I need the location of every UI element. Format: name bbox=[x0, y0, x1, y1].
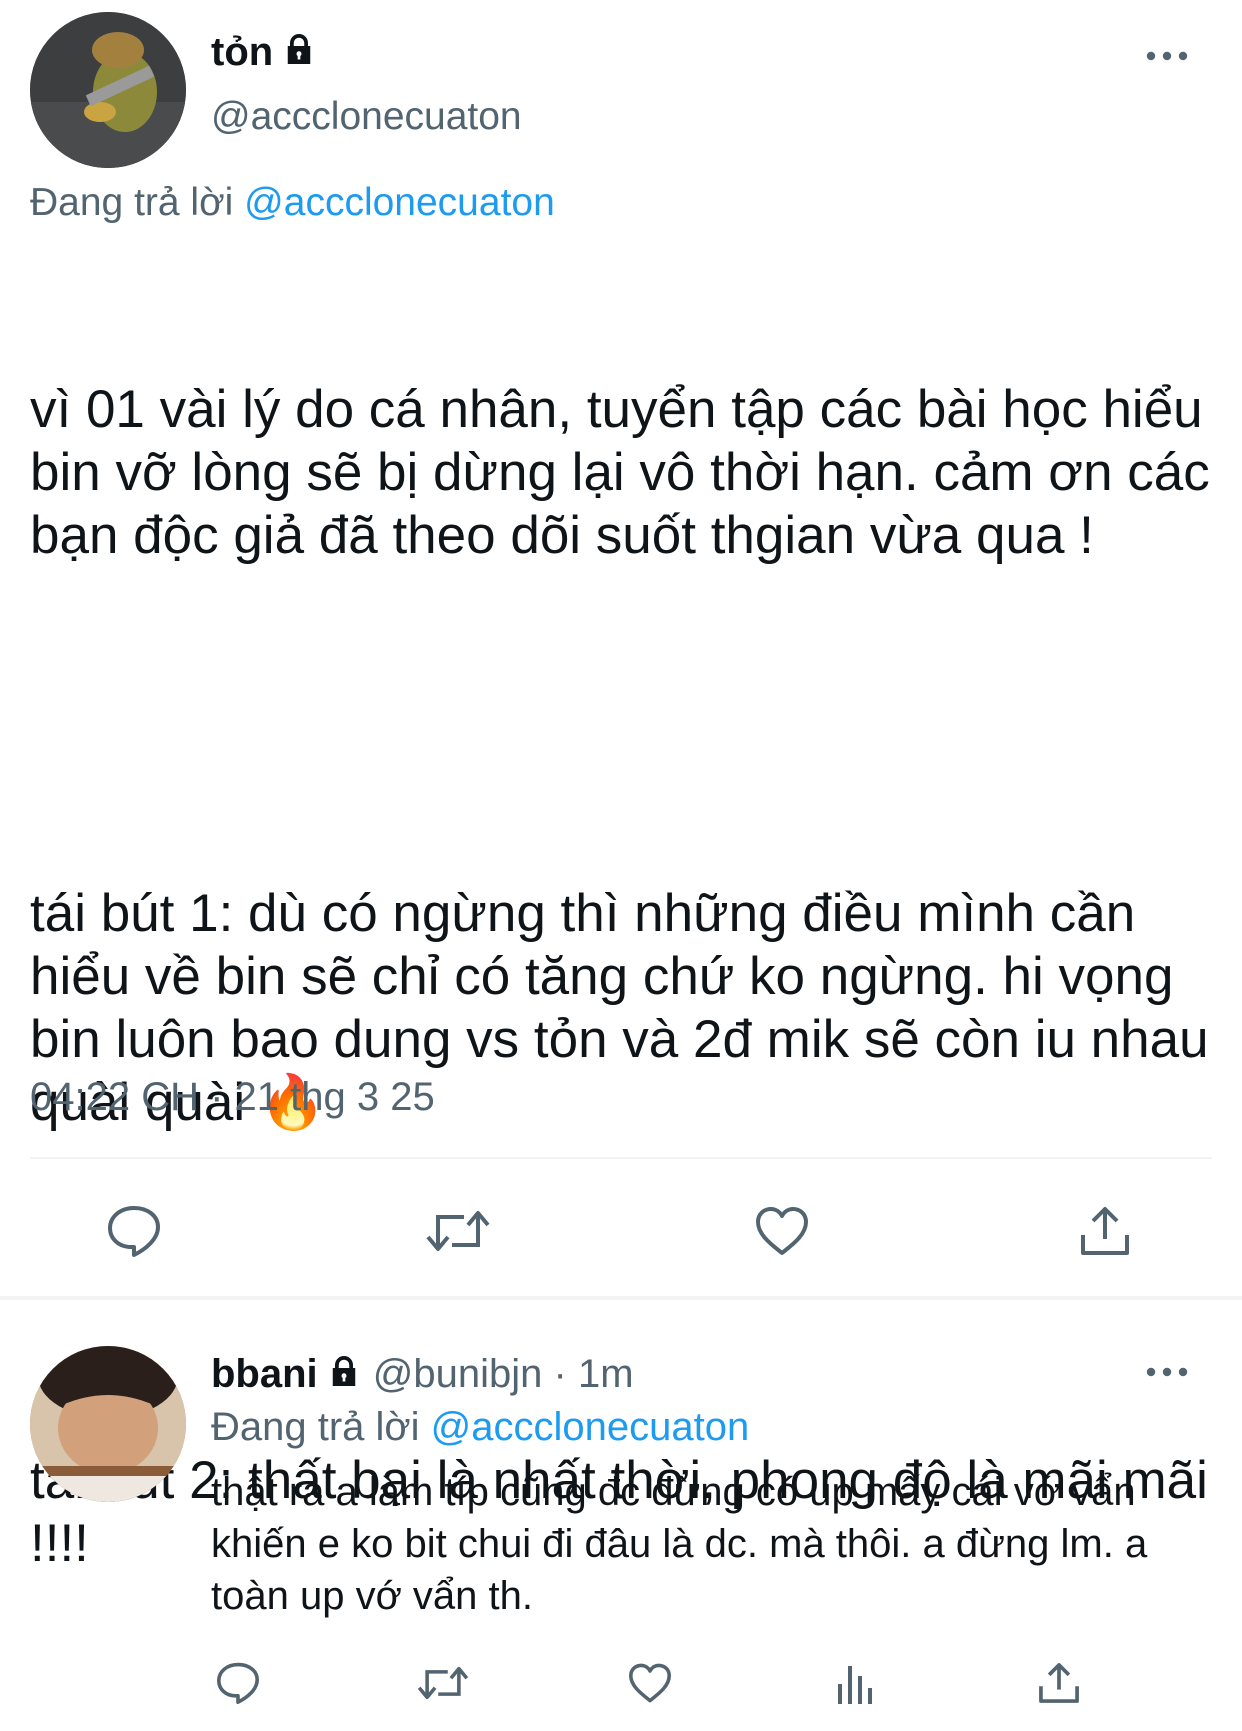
avatar-image bbox=[30, 1346, 186, 1502]
handle[interactable]: @bunibjn bbox=[373, 1352, 543, 1396]
share-icon[interactable] bbox=[1077, 1203, 1133, 1259]
like-icon[interactable] bbox=[752, 1203, 812, 1259]
display-name[interactable]: bbani bbox=[211, 1352, 318, 1396]
replying-prefix: Đang trả lời bbox=[30, 181, 234, 224]
more-icon[interactable] bbox=[1145, 46, 1189, 71]
section-separator bbox=[0, 1296, 1242, 1300]
replying-mention-link[interactable]: @accclonecuaton bbox=[244, 181, 555, 224]
reply-text: thật ra a làm típ cũng đc đừng có up mấy… bbox=[211, 1470, 1148, 1618]
replying-to: Đang trả lời @accclonecuaton bbox=[211, 1402, 749, 1452]
reply-header: bbani @bunibjn · 1m bbox=[211, 1348, 634, 1402]
retweet-icon[interactable] bbox=[416, 1660, 470, 1706]
reply-time[interactable]: · 1m bbox=[554, 1352, 634, 1396]
retweet-icon[interactable] bbox=[424, 1203, 492, 1259]
share-icon[interactable] bbox=[1036, 1660, 1082, 1706]
divider bbox=[30, 1157, 1212, 1159]
handle[interactable]: @accclonecuaton bbox=[211, 92, 522, 142]
replying-to: Đang trả lời @accclonecuaton bbox=[30, 178, 555, 228]
avatar[interactable] bbox=[30, 1346, 186, 1502]
tweet-paragraph: vì 01 vài lý do cá nhân, tuyển tập các b… bbox=[30, 380, 1225, 565]
replying-prefix: Đang trả lời bbox=[211, 1405, 420, 1449]
display-name-text: tỏn bbox=[211, 30, 274, 74]
timestamp[interactable]: 04:22 CH · 21 thg 3 25 bbox=[30, 1072, 435, 1122]
reply-icon[interactable] bbox=[104, 1203, 164, 1259]
avatar[interactable] bbox=[30, 12, 186, 168]
lock-icon bbox=[326, 1350, 362, 1402]
avatar-image bbox=[30, 12, 186, 168]
reply-icon[interactable] bbox=[214, 1660, 262, 1706]
like-icon[interactable] bbox=[626, 1660, 674, 1706]
views-icon[interactable] bbox=[834, 1660, 878, 1706]
more-icon[interactable] bbox=[1145, 1362, 1189, 1387]
replying-mention-link[interactable]: @accclonecuaton bbox=[431, 1405, 750, 1449]
lock-icon bbox=[281, 28, 317, 80]
display-name[interactable]: tỏn bbox=[211, 26, 317, 80]
